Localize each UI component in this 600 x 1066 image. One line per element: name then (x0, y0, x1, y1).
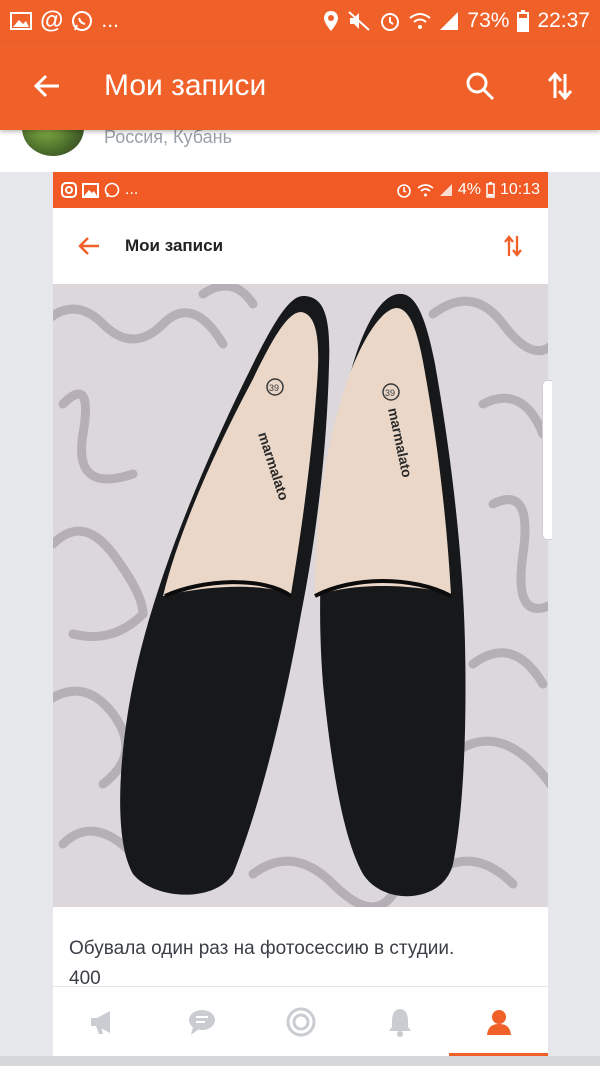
search-icon (465, 71, 495, 101)
tab-feed[interactable] (53, 987, 152, 1056)
profile-icon (485, 1008, 513, 1036)
tab-discussions[interactable] (251, 987, 350, 1056)
clock-time: 22:37 (537, 9, 590, 32)
embedded-page-title: Мои записи (125, 236, 224, 255)
wifi-icon (409, 11, 432, 31)
embedded-sort-button (478, 234, 548, 258)
megaphone-icon (88, 1008, 118, 1036)
post-card[interactable]: ... 4% 10:13 Мои записи marmalato 39 mar… (53, 172, 548, 1056)
battery-low-icon (486, 182, 495, 198)
embedded-battery-percent: 4% (457, 181, 481, 198)
battery-percent: 73% (467, 9, 510, 32)
embedded-status-more: ... (125, 181, 139, 198)
profile-header: Россия, Кубань (0, 130, 600, 172)
right-size-label: 39 (385, 388, 395, 398)
sort-arrows-icon (503, 234, 523, 258)
embedded-back-button (53, 236, 125, 256)
avatar[interactable] (22, 130, 84, 156)
profile-location: Россия, Кубань (104, 130, 232, 147)
signal-icon (439, 11, 459, 31)
chat-icon (187, 1008, 217, 1036)
image-icon (82, 182, 99, 198)
bell-icon (387, 1007, 413, 1037)
embedded-app-bar: Мои записи (53, 208, 548, 284)
left-size-label: 39 (269, 383, 279, 393)
instagram-icon (61, 182, 77, 198)
battery-icon (517, 10, 530, 32)
whatsapp-icon (104, 182, 120, 198)
search-button[interactable] (440, 42, 520, 130)
bottom-tab-bar (53, 986, 548, 1056)
alarm-icon (396, 182, 412, 198)
arrow-left-icon (77, 236, 101, 256)
embedded-status-bar: ... 4% 10:13 (53, 172, 548, 208)
sort-button[interactable] (520, 42, 600, 130)
status-bar: @ ... 73% 22:37 (0, 0, 600, 42)
scroll-handle[interactable] (542, 380, 552, 540)
whatsapp-icon (71, 10, 93, 32)
arrow-left-icon (33, 74, 61, 98)
tab-notifications[interactable] (350, 987, 449, 1056)
sort-arrows-icon (547, 71, 573, 101)
back-button[interactable] (0, 42, 94, 130)
caption-line-1: Обувала один раз на фотосессию в студии. (69, 938, 455, 959)
location-icon (323, 10, 339, 32)
wifi-icon (417, 183, 434, 197)
shoes-illustration: marmalato 39 marmalato 39 (53, 284, 548, 907)
post-caption: Обувала один раз на фотосессию в студии.… (69, 934, 539, 994)
status-more: ... (101, 9, 119, 32)
signal-icon (439, 183, 453, 197)
app-bar: Мои записи (0, 42, 600, 130)
page-title: Мои записи (104, 69, 267, 102)
image-icon (10, 11, 32, 31)
tab-messages[interactable] (152, 987, 251, 1056)
alarm-icon (379, 10, 401, 32)
target-icon (286, 1007, 316, 1037)
post-photo[interactable]: marmalato 39 marmalato 39 (53, 284, 548, 907)
next-card-edge (0, 1056, 600, 1066)
embedded-clock-time: 10:13 (499, 181, 540, 198)
tab-profile[interactable] (449, 987, 548, 1056)
mute-icon (347, 10, 371, 32)
at-icon: @ (40, 7, 64, 34)
